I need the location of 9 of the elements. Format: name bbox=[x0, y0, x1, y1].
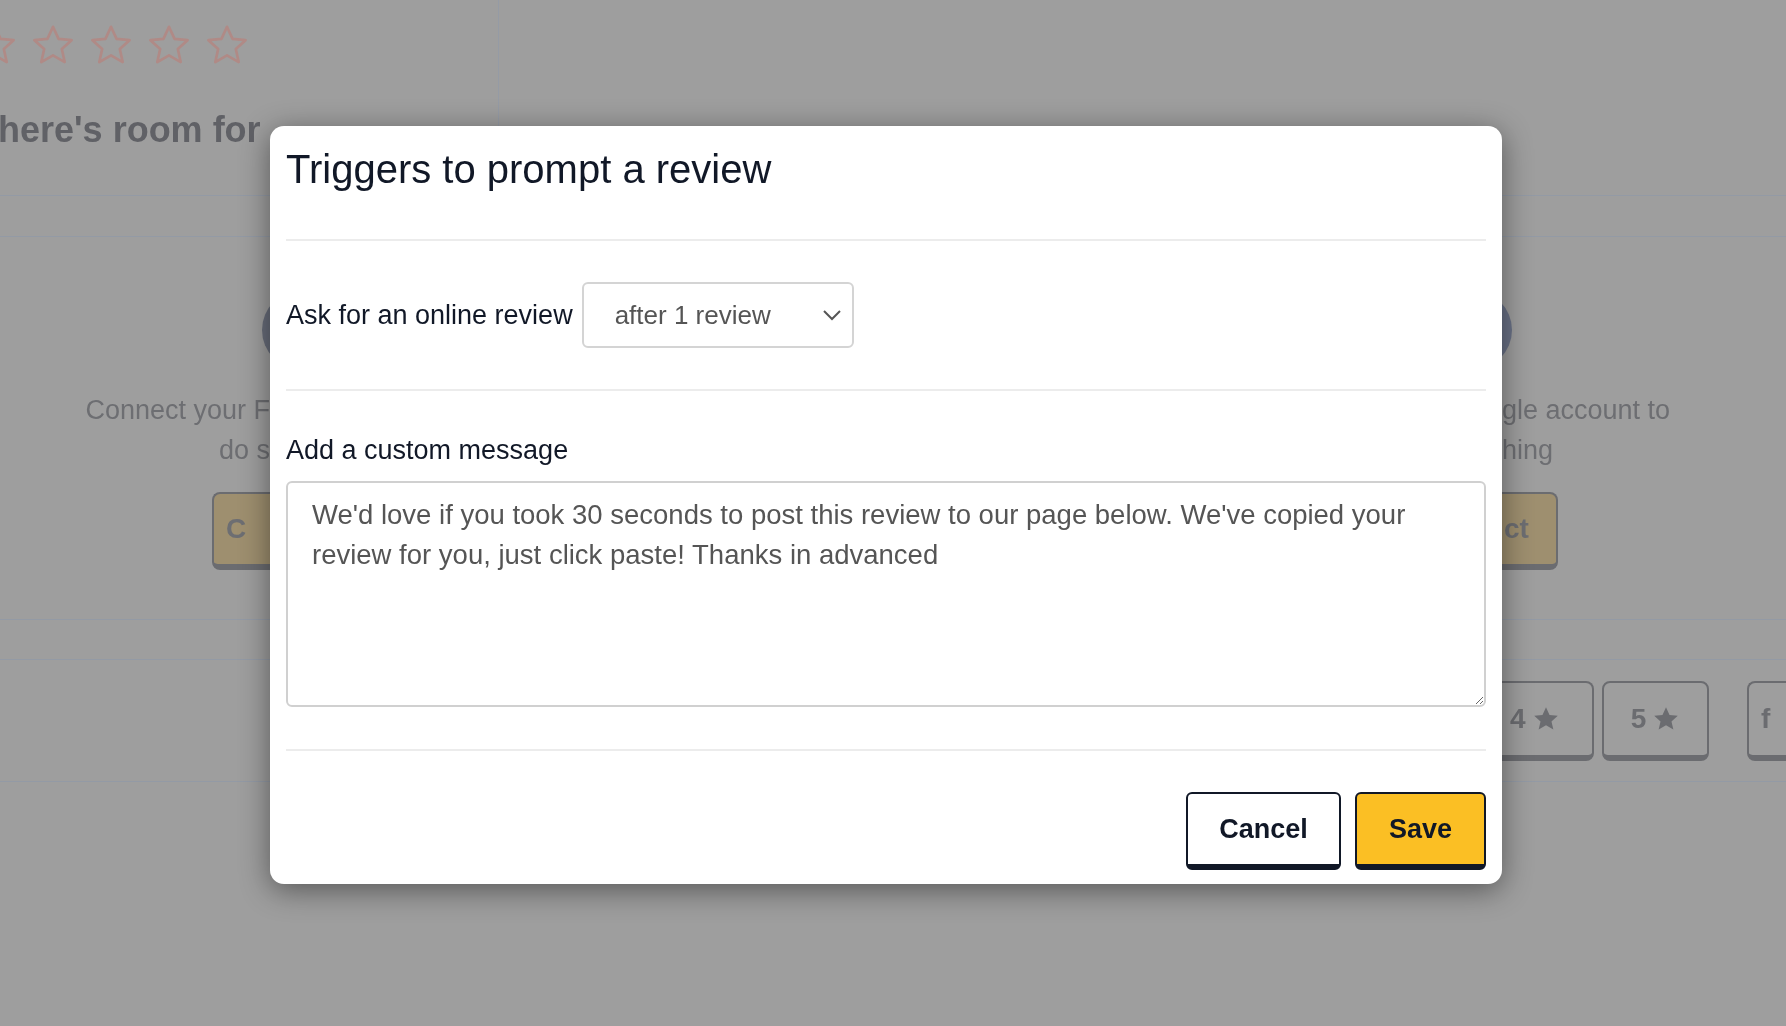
chevron-down-icon bbox=[821, 309, 842, 321]
cancel-button[interactable]: Cancel bbox=[1186, 792, 1341, 870]
field-label: Add a custom message bbox=[286, 434, 570, 467]
section-heading: here's room for bbox=[0, 110, 262, 150]
dialog-title: Triggers to prompt a review bbox=[286, 146, 773, 193]
field-label: Ask for an online review bbox=[286, 298, 573, 332]
save-button[interactable]: Save bbox=[1355, 792, 1486, 870]
review-trigger-select[interactable]: after 1 review bbox=[581, 282, 854, 348]
message-field[interactable]: We'd love if you took 30 seconds to post this review to our page below. We've copied your review for you, just click paste! Thanks in advanced bbox=[286, 481, 1486, 707]
